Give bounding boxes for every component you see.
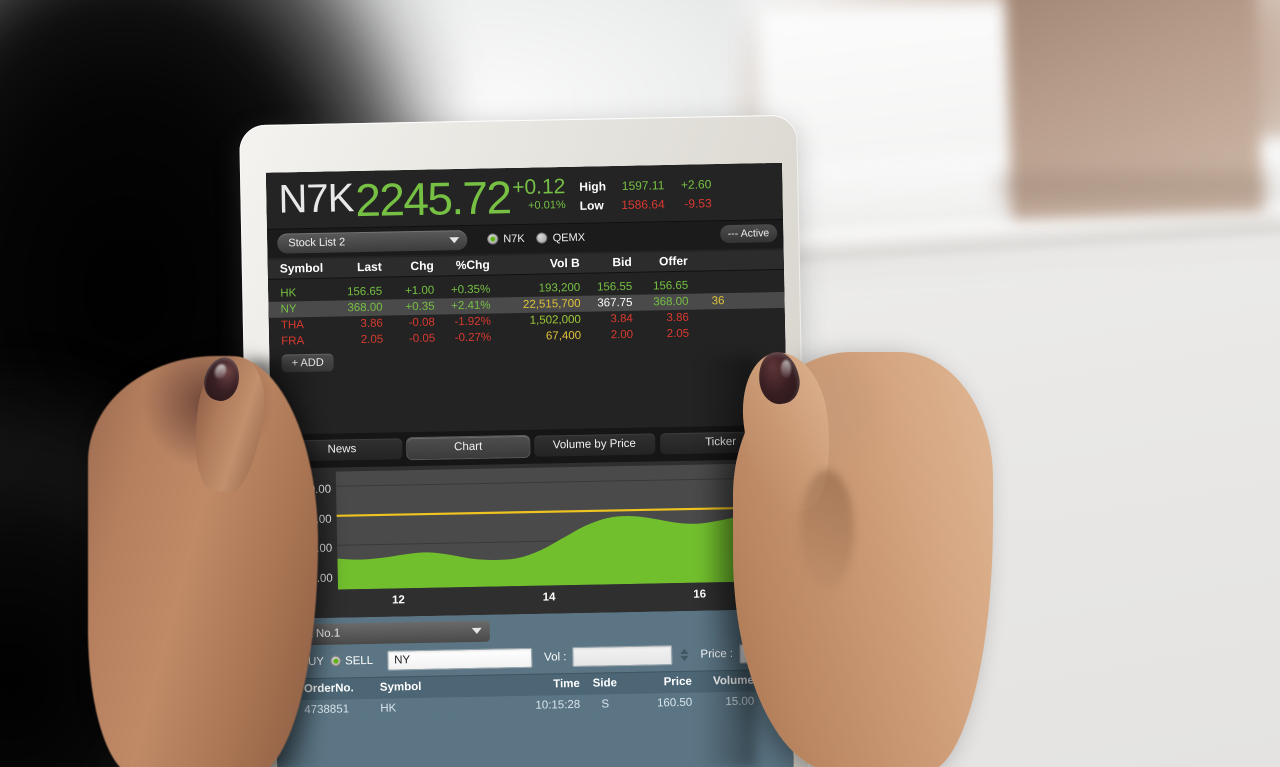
cell-volb: 1,502,000 xyxy=(529,313,581,327)
desk-brown-object-shadow xyxy=(1000,175,1270,220)
cell-pctchg: -0.27% xyxy=(454,331,492,344)
column-header-symbol: Symbol xyxy=(279,260,324,276)
column-header-time: Time xyxy=(553,678,580,691)
column-header-extra xyxy=(688,260,728,261)
stock-list-dropdown[interactable]: Stock List 2 xyxy=(277,229,468,254)
column-header-pctchg: %Chg xyxy=(455,257,490,273)
quote-last-price: 2245.72 xyxy=(354,171,511,227)
radio-qemx[interactable]: QEMX xyxy=(536,231,586,245)
cell-symbol: NY xyxy=(280,302,297,316)
quote-high-row: High 1597.11 +2.60 xyxy=(579,175,711,196)
cell-chg: +0.35 xyxy=(405,300,435,313)
cell-last: 156.65 xyxy=(346,285,383,298)
order-symbol-input[interactable]: NY xyxy=(386,647,533,671)
quote-change-percent: +0.01% xyxy=(527,199,566,212)
radio-qemx-icon xyxy=(536,232,548,244)
cell-symbol: HK xyxy=(280,286,297,300)
active-button[interactable]: --- Active xyxy=(719,223,778,243)
cell-offer: 2.05 xyxy=(666,327,690,340)
cell-volb: 193,200 xyxy=(538,281,581,295)
cell-extra xyxy=(689,333,729,334)
cell-pctchg: +2.41% xyxy=(451,299,491,313)
quote-low-change: -9.53 xyxy=(684,195,712,211)
cell-volb: 22,515,700 xyxy=(522,297,581,311)
right-hand-crease xyxy=(800,470,854,590)
cell-chg: +1.00 xyxy=(405,284,435,297)
chevron-down-icon xyxy=(471,627,482,635)
volume-stepper[interactable] xyxy=(680,648,689,661)
cell-pctchg: -1.92% xyxy=(454,315,491,328)
cell-symbol: FRA xyxy=(281,334,305,348)
quote-high-value: 1597.11 xyxy=(621,178,665,194)
stepper-up-icon xyxy=(680,648,689,654)
cell-chg: -0.08 xyxy=(408,316,435,329)
quote-high-change: +2.60 xyxy=(680,177,712,192)
cell-symbol: HK xyxy=(380,702,397,715)
cell-extra xyxy=(688,285,728,286)
column-header-side: Side xyxy=(592,677,618,690)
market-radio-group: N7K QEMX xyxy=(487,231,585,245)
cell-symbol: THA xyxy=(280,318,305,332)
cell-last: 3.86 xyxy=(360,317,383,330)
cell-bid: 2.00 xyxy=(610,328,634,341)
cell-time: 10:15:28 xyxy=(535,698,581,712)
quote-change-group: +0.12 +0.01% xyxy=(511,175,566,212)
x-axis-tick-label: 12 xyxy=(391,593,405,607)
quote-low-value: 1586.64 xyxy=(621,196,665,212)
quote-high-label: High xyxy=(579,179,607,194)
tab-chart[interactable]: Chart xyxy=(407,435,529,459)
tab-volume-by-price[interactable]: Volume by Price xyxy=(533,433,656,457)
radio-n7k-icon xyxy=(487,233,499,245)
column-header-bid: Bid xyxy=(612,255,632,270)
radio-sell-label: SELL xyxy=(344,654,374,668)
order-volume-input[interactable] xyxy=(572,644,673,667)
stepper-down-icon xyxy=(680,655,689,661)
cell-extra xyxy=(689,317,729,318)
stock-list-dropdown-label: Stock List 2 xyxy=(288,236,346,250)
right-thumb-nail-highlight xyxy=(781,360,791,378)
cell-offer: 156.65 xyxy=(652,279,689,293)
radio-sell[interactable]: SELL xyxy=(329,654,374,668)
column-header-volb: Vol B xyxy=(549,256,580,271)
chevron-down-icon xyxy=(449,236,460,244)
radio-n7k-label: N7K xyxy=(503,232,525,245)
radio-n7k[interactable]: N7K xyxy=(487,233,525,246)
cell-last: 368.00 xyxy=(347,301,383,314)
cell-offer: 368.00 xyxy=(653,295,689,309)
watchlist-table: Symbol Last Chg %Chg Vol B Bid Offer HK … xyxy=(267,247,786,373)
quote-symbol: N7K xyxy=(278,176,354,222)
cell-pctchg: +0.35% xyxy=(450,283,491,297)
order-vol-label: Vol : xyxy=(544,650,567,664)
radio-sell-icon xyxy=(329,655,342,667)
cell-bid: 3.84 xyxy=(610,312,633,325)
x-axis-tick-label: 14 xyxy=(542,591,556,604)
cell-last: 2.05 xyxy=(360,333,384,346)
quote-change: +0.12 xyxy=(511,175,566,200)
quote-low-label: Low xyxy=(579,197,604,213)
quote-header: N7K 2245.72 +0.12 +0.01% High 1597.11 +2… xyxy=(265,162,783,230)
cell-bid: 156.55 xyxy=(596,280,633,294)
cell-extra: 36 xyxy=(711,294,725,308)
column-header-offer: Offer xyxy=(658,253,688,269)
cell-offer: 3.86 xyxy=(666,311,689,324)
column-header-symbol: Symbol xyxy=(379,681,422,694)
column-header-last: Last xyxy=(356,259,382,275)
column-header-chg: Chg xyxy=(410,258,434,274)
cell-bid: 367.75 xyxy=(597,296,633,310)
radio-qemx-label: QEMX xyxy=(552,231,586,245)
cell-price: 160.50 xyxy=(656,696,693,710)
cell-side: S xyxy=(601,698,610,711)
column-header-price: Price xyxy=(663,675,692,689)
quote-high-low: High 1597.11 +2.60 Low 1586.64 -9.53 xyxy=(579,175,712,215)
quote-low-row: Low 1586.64 -9.53 xyxy=(580,194,712,215)
cell-volb: 67,400 xyxy=(545,329,582,343)
cell-chg: -0.05 xyxy=(408,332,436,345)
